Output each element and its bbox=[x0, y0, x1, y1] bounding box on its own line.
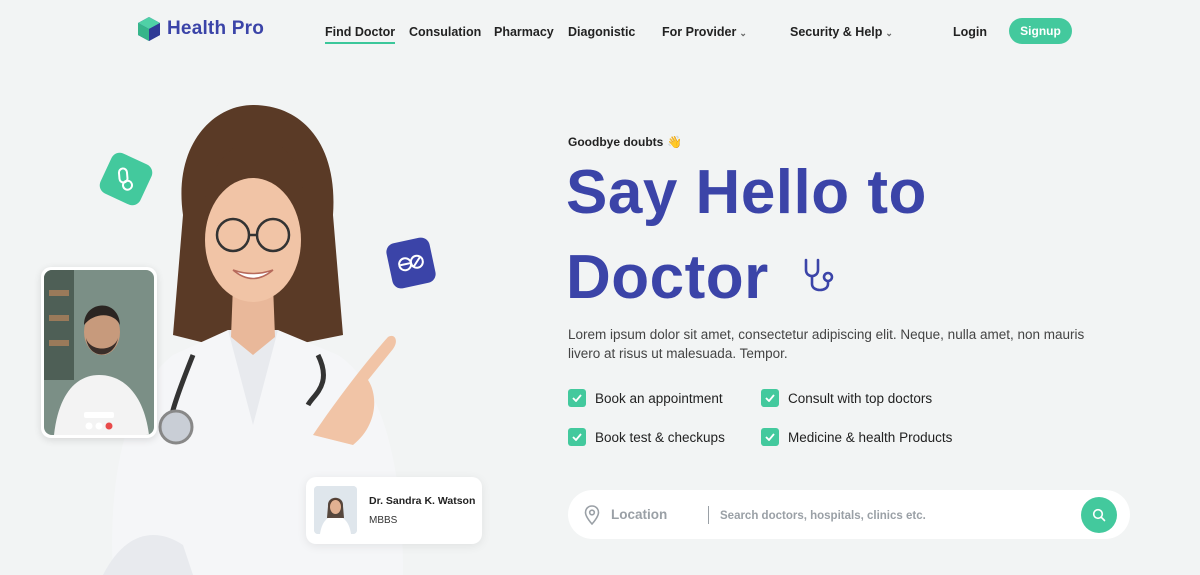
waving-hand-icon: 👋 bbox=[667, 135, 683, 149]
nav-for-provider-label: For Provider bbox=[662, 25, 737, 39]
signup-button[interactable]: Signup bbox=[1009, 18, 1072, 44]
hero-title-line2: Doctor bbox=[566, 243, 769, 312]
search-input[interactable] bbox=[718, 503, 1082, 529]
search-divider bbox=[708, 506, 709, 524]
hero-description: Lorem ipsum dolor sit amet, consectetur … bbox=[568, 327, 1085, 361]
feature-item: Medicine & health Products bbox=[761, 428, 952, 446]
doctor-degree: MBBS bbox=[369, 515, 398, 526]
hexagon-cube-logo-icon bbox=[138, 17, 160, 41]
checkmark-icon bbox=[761, 389, 779, 407]
search-button[interactable] bbox=[1081, 497, 1117, 533]
hero-tagline: Goodbye doubts 👋 bbox=[568, 135, 682, 149]
nav-security-help-label: Security & Help bbox=[790, 25, 883, 39]
doctor-info-card[interactable]: Dr. Sandra K. Watson MBBS bbox=[306, 477, 482, 544]
doctor-name: Dr. Sandra K. Watson bbox=[369, 495, 476, 507]
search-bar: Location bbox=[568, 490, 1130, 539]
chevron-down-icon: ⌄ bbox=[885, 28, 893, 38]
feature-label: Book an appointment bbox=[595, 390, 723, 406]
feature-item: Book an appointment bbox=[568, 389, 723, 407]
feature-label: Consult with top doctors bbox=[788, 390, 933, 406]
pills-icon bbox=[117, 167, 134, 191]
feature-item: Consult with top doctors bbox=[761, 389, 932, 407]
location-pin-icon[interactable] bbox=[584, 505, 600, 525]
hero-title-line1: Say Hello to bbox=[566, 158, 927, 227]
brand-logo[interactable]: Health Pro bbox=[137, 16, 264, 42]
stethoscope-icon bbox=[804, 258, 834, 292]
doctor-avatar bbox=[314, 486, 357, 534]
location-selector[interactable]: Location bbox=[611, 507, 667, 522]
nav-pharmacy[interactable]: Pharmacy bbox=[494, 25, 554, 39]
tagline-text: Goodbye doubts bbox=[568, 135, 664, 149]
feature-label: Medicine & health Products bbox=[788, 429, 953, 445]
checkmark-icon bbox=[568, 428, 586, 446]
feature-label: Book test & checkups bbox=[595, 429, 725, 445]
nav-security-help[interactable]: Security & Help ⌄ bbox=[790, 25, 893, 39]
feature-item: Book test & checkups bbox=[568, 428, 725, 446]
nav-find-doctor[interactable]: Find Doctor bbox=[325, 25, 396, 44]
tablets-icon bbox=[398, 254, 424, 272]
search-icon bbox=[1092, 508, 1106, 522]
nav-consultation[interactable]: Consulation bbox=[409, 25, 481, 39]
nav-diagnostic[interactable]: Diagonistic bbox=[568, 25, 635, 39]
video-call-thumbnail bbox=[44, 270, 154, 435]
video-call-card[interactable] bbox=[41, 267, 157, 438]
login-link[interactable]: Login bbox=[953, 25, 987, 39]
checkmark-icon bbox=[761, 428, 779, 446]
pill-badge-blue bbox=[384, 235, 438, 291]
nav-for-provider[interactable]: For Provider ⌄ bbox=[662, 25, 747, 39]
checkmark-icon bbox=[568, 389, 586, 407]
brand-name: Health Pro bbox=[167, 18, 265, 39]
chevron-down-icon: ⌄ bbox=[739, 28, 747, 38]
